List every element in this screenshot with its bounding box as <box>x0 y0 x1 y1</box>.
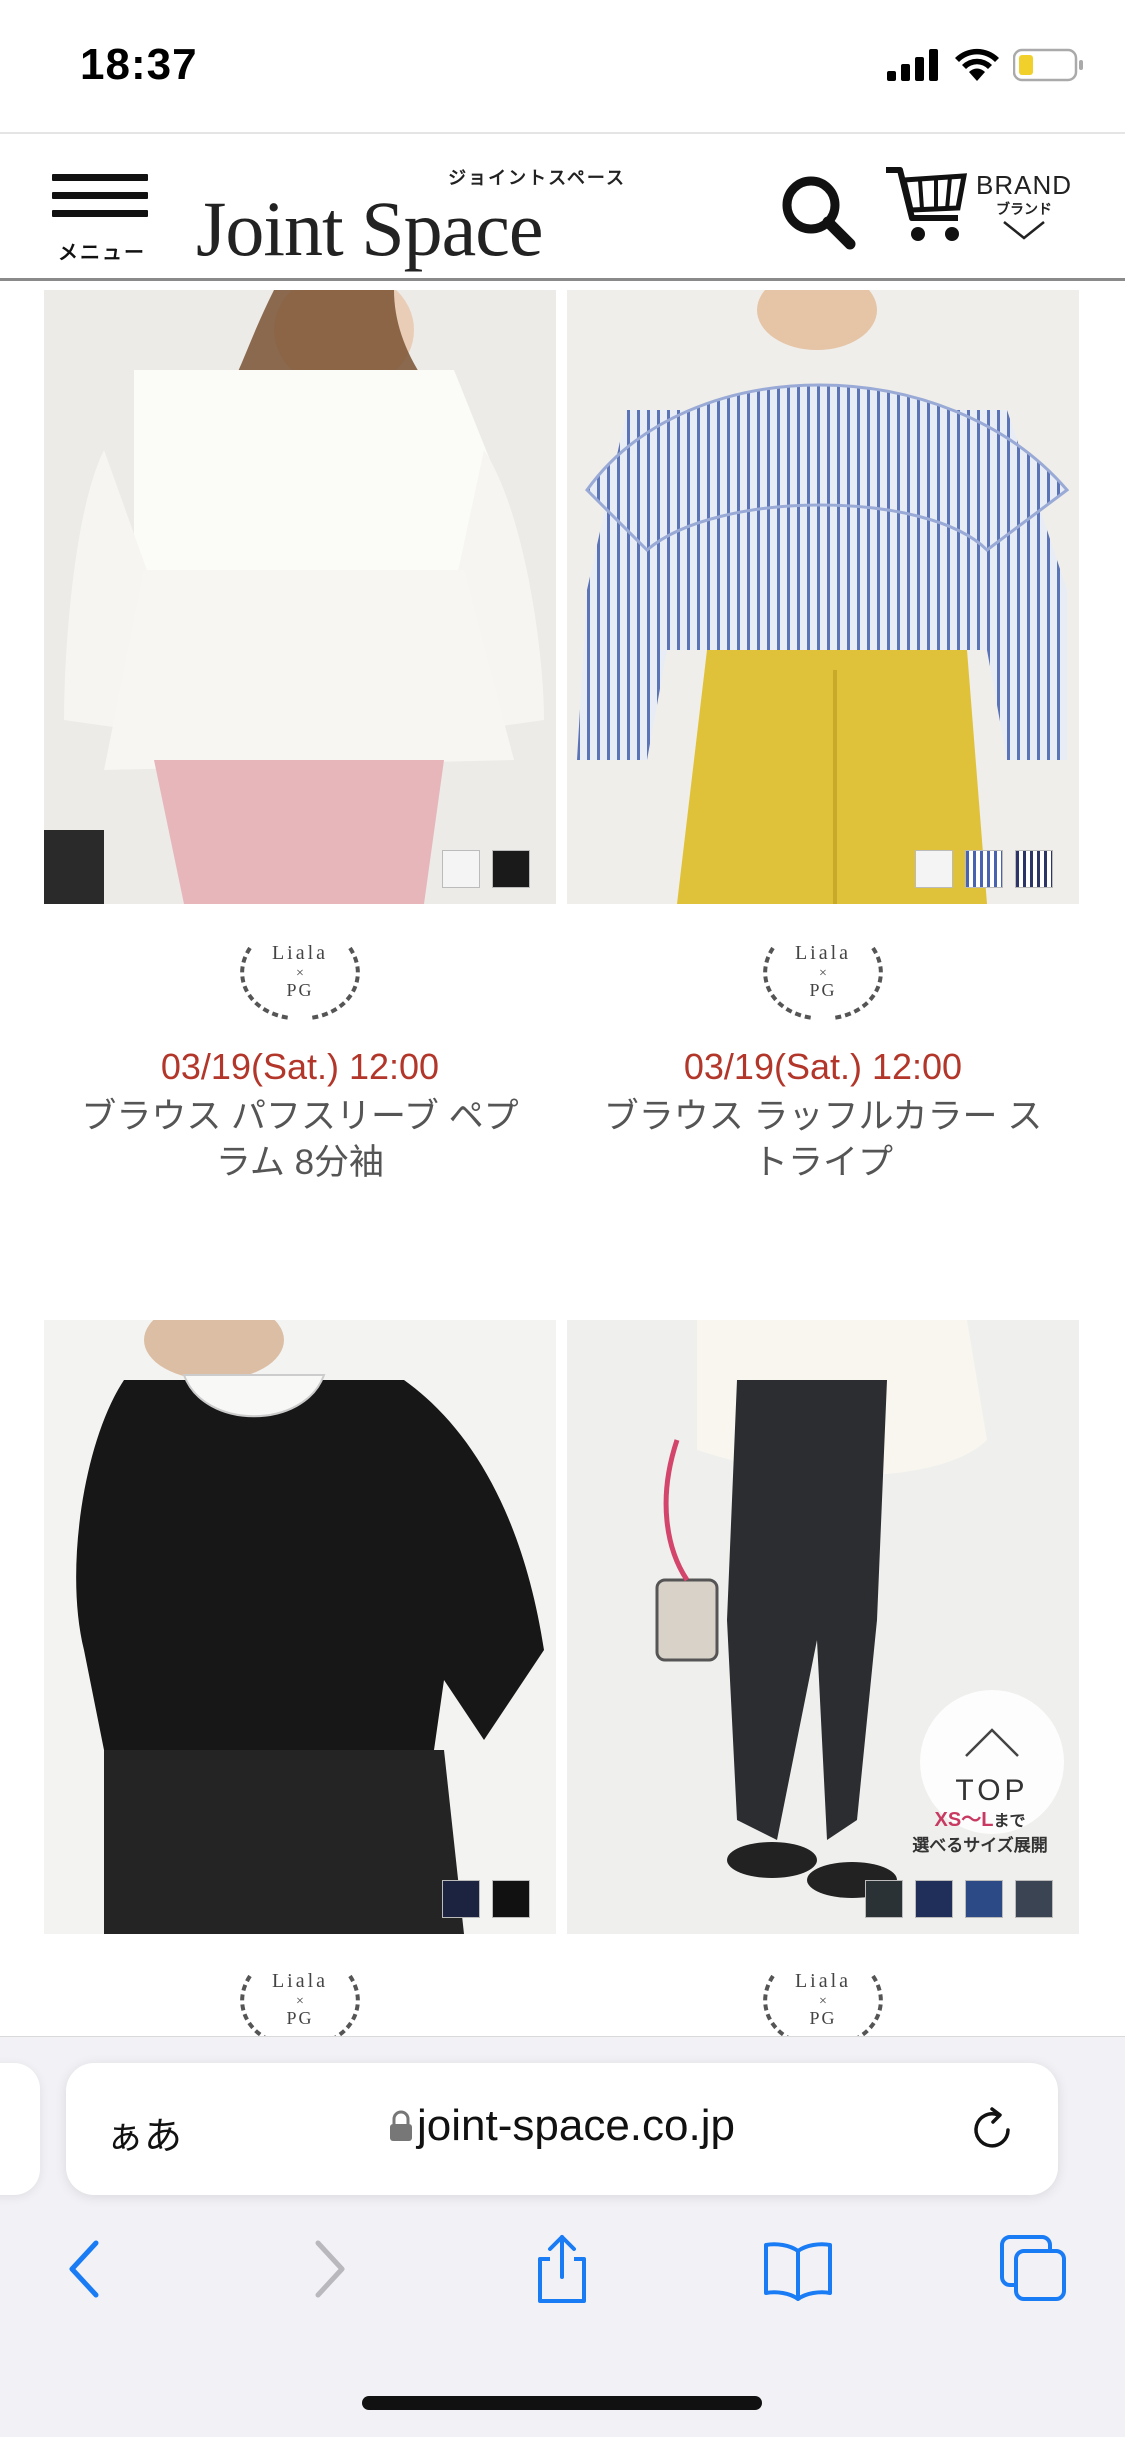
battery-icon <box>1013 48 1083 82</box>
brand-button[interactable]: BRAND ブランド <box>974 170 1074 260</box>
status-bar: 18:37 <box>0 0 1125 132</box>
tabs-icon[interactable] <box>998 2233 1070 2305</box>
logo-text: Joint Space <box>196 185 543 272</box>
product-name[interactable]: ブラウス パフスリーブ ペプ ラム 8分袖 <box>44 1094 556 1186</box>
chevron-up-icon <box>965 1728 1019 1757</box>
browser-bottom-bar: ぁあ joint-space.co.jp <box>0 2036 1125 2437</box>
size-range: XS〜L <box>934 1809 994 1831</box>
back-icon[interactable] <box>50 2233 122 2305</box>
share-icon[interactable] <box>526 2233 598 2305</box>
brand-name: Liala <box>794 942 852 964</box>
product-image[interactable] <box>44 1320 556 1934</box>
site-logo[interactable]: ジョイントスペース Joint Space <box>196 164 626 272</box>
lock-icon <box>390 2110 413 2141</box>
bookmarks-icon[interactable] <box>762 2233 834 2305</box>
hamburger-bar <box>52 192 148 199</box>
top-label: TOP <box>955 1774 1029 1807</box>
menu-label: メニュー <box>58 242 146 264</box>
hamburger-icon <box>52 174 148 181</box>
url-field[interactable]: joint-space.co.jp <box>66 2101 1058 2151</box>
swatch-navy[interactable] <box>915 1880 953 1918</box>
color-swatches <box>915 850 1053 888</box>
brand-pg: PG <box>286 980 314 1000</box>
forward-icon[interactable] <box>292 2233 364 2305</box>
product-name-line: ブラウス パフスリーブ ペプ <box>81 1097 519 1136</box>
color-swatches <box>442 1880 530 1918</box>
brand-wreath-logo: Liala × PG <box>230 928 370 1024</box>
product-name-line: ブラウス ラッフルカラー ス <box>603 1097 1043 1136</box>
product-image[interactable] <box>44 290 556 904</box>
product-name[interactable]: ブラウス ラッフルカラー ス トライプ <box>567 1094 1079 1186</box>
size-text: 選べるサイズ展開 <box>912 1836 1048 1855</box>
swatch-blue[interactable] <box>965 1880 1003 1918</box>
brand-wreath-logo: Liala × PG <box>753 928 893 1024</box>
wifi-icon <box>955 48 999 81</box>
product-name-line: ラム 8分袖 <box>215 1143 385 1182</box>
brand-name: Liala <box>271 942 329 964</box>
url-text: joint-space.co.jp <box>417 2101 735 2150</box>
home-indicator[interactable] <box>362 2396 762 2410</box>
swatch-navy-stripe[interactable] <box>1015 850 1053 888</box>
color-swatches <box>865 1880 1053 1918</box>
site-header: メニュー ジョイントスペース Joint Space BRAND ブランド <box>0 132 1125 281</box>
brand-name: Liala <box>794 1970 852 1992</box>
release-date: 03/19(Sat.) 12:00 <box>160 1046 440 1087</box>
brand-name: Liala <box>271 1970 329 1992</box>
address-bar[interactable]: ぁあ joint-space.co.jp <box>66 2063 1058 2195</box>
brand-pg: PG <box>809 2008 837 2028</box>
menu-button[interactable]: メニュー <box>50 174 154 264</box>
brand-label-en: BRAND <box>975 170 1072 200</box>
reload-icon[interactable] <box>968 2105 1018 2155</box>
swatch-grey[interactable] <box>1015 1880 1053 1918</box>
cart-icon[interactable] <box>884 164 970 248</box>
brand-pg: PG <box>286 2008 314 2028</box>
signal-icon <box>887 49 938 81</box>
release-date: 03/19(Sat.) 12:00 <box>683 1046 963 1087</box>
size-suffix: まで <box>993 1813 1026 1830</box>
swatch-navy[interactable] <box>442 1880 480 1918</box>
swatch-white[interactable] <box>915 850 953 888</box>
swatch-black[interactable] <box>492 1880 530 1918</box>
search-icon[interactable] <box>780 174 856 250</box>
chevron-down-icon <box>1003 221 1045 240</box>
status-time: 18:37 <box>80 40 198 89</box>
swatch-white[interactable] <box>442 850 480 888</box>
swatch-black[interactable] <box>492 850 530 888</box>
swatch-charcoal[interactable] <box>865 1880 903 1918</box>
product-image[interactable] <box>567 290 1079 904</box>
hamburger-bar <box>52 210 148 217</box>
color-swatches <box>442 850 530 888</box>
brand-label-jp: ブランド <box>996 201 1052 217</box>
brand-pg: PG <box>809 980 837 1000</box>
size-badge: XS〜Lまで 選べるサイズ展開 <box>890 1808 1070 1858</box>
status-icons <box>887 48 1085 82</box>
product-name-line: トライプ <box>752 1143 893 1182</box>
previous-tab-peek[interactable] <box>0 2063 40 2195</box>
swatch-blue-stripe[interactable] <box>965 850 1003 888</box>
